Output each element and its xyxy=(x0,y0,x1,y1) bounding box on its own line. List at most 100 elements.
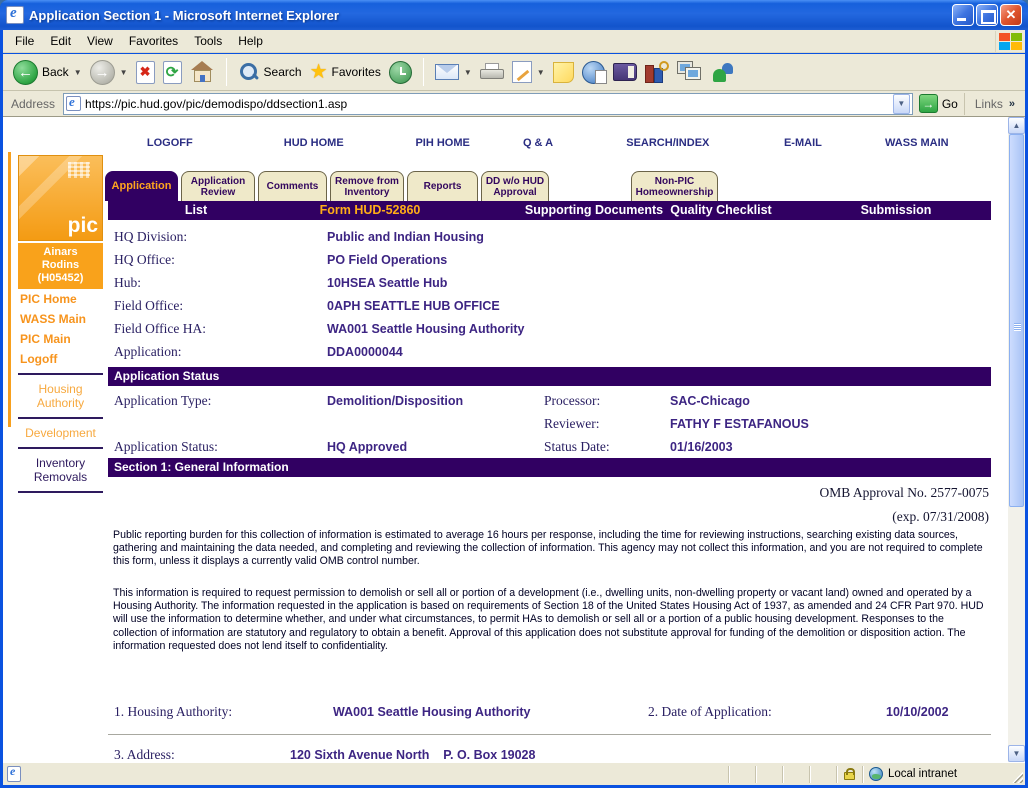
messenger-button[interactable] xyxy=(707,59,739,85)
remote-desktop-button[interactable] xyxy=(673,59,707,85)
status-value: 01/16/2003 xyxy=(670,440,733,454)
forward-dropdown-icon[interactable]: ▼ xyxy=(120,68,128,77)
address-input[interactable]: https://pic.hud.gov/pic/demodispo/ddsect… xyxy=(63,93,913,115)
pic-logo: pic xyxy=(18,155,103,241)
status-row: Application Status: HQ Approved Status D… xyxy=(108,435,991,458)
book-icon xyxy=(613,63,637,81)
form-row-3: 3. Address: 120 Sixth Avenue North P. O.… xyxy=(108,744,991,762)
field-hub: Hub: 10HSEA Seattle Hub xyxy=(108,271,991,294)
sidebar-item-development[interactable]: Development xyxy=(18,419,103,449)
research-icon xyxy=(645,61,669,83)
sidebar-item-housing-authority[interactable]: Housing Authority xyxy=(18,375,103,419)
status-row: Application Type: Demolition/Disposition… xyxy=(108,389,991,412)
edit-dropdown-icon[interactable]: ▼ xyxy=(537,68,545,77)
status-pane xyxy=(782,766,809,783)
favorites-button[interactable]: ★ Favorites xyxy=(306,60,385,84)
scroll-down-arrow[interactable]: ▼ xyxy=(1008,745,1025,762)
address-dropdown-icon[interactable]: ▼ xyxy=(893,94,910,114)
forward-button[interactable]: → ▼ xyxy=(86,58,132,87)
maximize-button[interactable] xyxy=(976,4,998,26)
print-button[interactable] xyxy=(476,61,508,83)
stop-button[interactable]: ✖ xyxy=(132,59,159,86)
sidebar-link-pic-home[interactable]: PIC Home xyxy=(18,289,103,309)
go-button[interactable]: → Go xyxy=(919,94,958,113)
pic-logo-label: pic xyxy=(68,214,98,238)
form-divider xyxy=(108,734,991,735)
mail-button[interactable]: ▼ xyxy=(431,62,476,82)
scroll-up-arrow[interactable]: ▲ xyxy=(1008,117,1025,134)
back-dropdown-icon[interactable]: ▼ xyxy=(74,68,82,77)
messenger-icon xyxy=(711,61,735,83)
menu-help[interactable]: Help xyxy=(230,31,271,51)
mail-dropdown-icon[interactable]: ▼ xyxy=(464,68,472,77)
windows-logo-icon xyxy=(995,31,1025,52)
edit-icon xyxy=(512,61,532,83)
search-button[interactable]: Search xyxy=(234,59,306,85)
sidebar-link-logoff[interactable]: Logoff xyxy=(18,349,103,369)
history-icon xyxy=(389,61,412,84)
sidebar-item-inventory-removals[interactable]: Inventory Removals xyxy=(18,449,103,493)
page-content: LOGOFF HUD HOME PIH HOME Q & A SEARCH/IN… xyxy=(3,117,1025,762)
favorites-star-icon: ★ xyxy=(310,62,328,82)
menu-view[interactable]: View xyxy=(79,31,121,51)
status-label: Reviewer: xyxy=(544,416,670,432)
links-chevron-icon[interactable]: » xyxy=(1009,98,1015,110)
form-row-1: 1. Housing Authority: WA001 Seattle Hous… xyxy=(108,701,991,724)
address-url: https://pic.hud.gov/pic/demodispo/ddsect… xyxy=(85,97,893,111)
status-rows: Application Type: Demolition/Disposition… xyxy=(108,389,991,458)
monitors-icon xyxy=(677,61,703,83)
window-title: Application Section 1 - Microsoft Intern… xyxy=(29,8,952,23)
minimize-button[interactable] xyxy=(952,4,974,26)
housing-authority-value: WA001 Seattle Housing Authority xyxy=(333,705,530,719)
sidebar-link-wass-main[interactable]: WASS Main xyxy=(18,309,103,329)
window-controls xyxy=(952,4,1022,26)
go-label: Go xyxy=(942,97,958,111)
field-label: Field Office HA: xyxy=(108,321,327,337)
back-label: Back xyxy=(42,65,69,79)
menu-edit[interactable]: Edit xyxy=(42,31,79,51)
field-label: Application: xyxy=(108,344,327,360)
information-requirement-paragraph: This information is required to request … xyxy=(108,587,991,653)
refresh-button[interactable]: ⟳ xyxy=(159,59,186,86)
close-button[interactable] xyxy=(1000,4,1022,26)
home-button[interactable] xyxy=(186,59,219,85)
menu-bar: File Edit View Favorites Tools Help xyxy=(3,30,1025,53)
page-icon xyxy=(66,96,81,111)
security-zone-pane: Local intranet xyxy=(862,766,1010,783)
address-bar: Address https://pic.hud.gov/pic/demodisp… xyxy=(3,91,1025,117)
main-area: HQ Division: Public and Indian Housing H… xyxy=(108,117,991,762)
lock-icon xyxy=(844,772,855,780)
scrollbar-grip xyxy=(1014,323,1021,331)
discuss-note-icon xyxy=(553,62,574,83)
links-toolbar[interactable]: Links » xyxy=(964,93,1021,115)
edit-button[interactable]: ▼ xyxy=(508,59,549,85)
sidebar: pic Ainars Rodins (H05452) PIC Home WASS… xyxy=(18,155,103,493)
toolbar-separator xyxy=(226,58,227,86)
history-button[interactable] xyxy=(385,59,416,86)
browser-window: Application Section 1 - Microsoft Intern… xyxy=(0,0,1028,788)
journal-button[interactable] xyxy=(609,61,641,83)
resize-grip[interactable] xyxy=(1010,763,1025,785)
menu-tools[interactable]: Tools xyxy=(186,31,230,51)
date-of-application-value: 10/10/2002 xyxy=(886,705,949,719)
back-button[interactable]: ← Back ▼ xyxy=(9,58,86,87)
status-label: Status Date: xyxy=(544,439,670,455)
mail-icon xyxy=(435,64,459,80)
vertical-scrollbar[interactable]: ▲ ▼ xyxy=(1008,117,1025,762)
field-label: HQ Office: xyxy=(108,252,327,268)
sidebar-link-pic-main[interactable]: PIC Main xyxy=(18,329,103,349)
web-discussion-button[interactable] xyxy=(578,59,609,86)
scrollbar-thumb[interactable] xyxy=(1009,134,1024,507)
burden-statement-paragraph: Public reporting burden for this collect… xyxy=(108,529,991,569)
logo-buildings-art xyxy=(68,162,90,178)
info-fields: HQ Division: Public and Indian Housing H… xyxy=(108,225,991,363)
field-value: Public and Indian Housing xyxy=(327,230,484,244)
research-button[interactable] xyxy=(641,59,673,85)
links-label: Links xyxy=(975,97,1003,111)
status-value: FATHY F ESTAFANOUS xyxy=(670,417,809,431)
menu-file[interactable]: File xyxy=(7,31,42,51)
toolbar: ← Back ▼ → ▼ ✖ ⟳ Search ★ Favorites ▼ xyxy=(3,54,1025,91)
menu-favorites[interactable]: Favorites xyxy=(121,31,186,51)
discuss-button[interactable] xyxy=(549,60,578,85)
status-label: Application Type: xyxy=(108,393,327,409)
